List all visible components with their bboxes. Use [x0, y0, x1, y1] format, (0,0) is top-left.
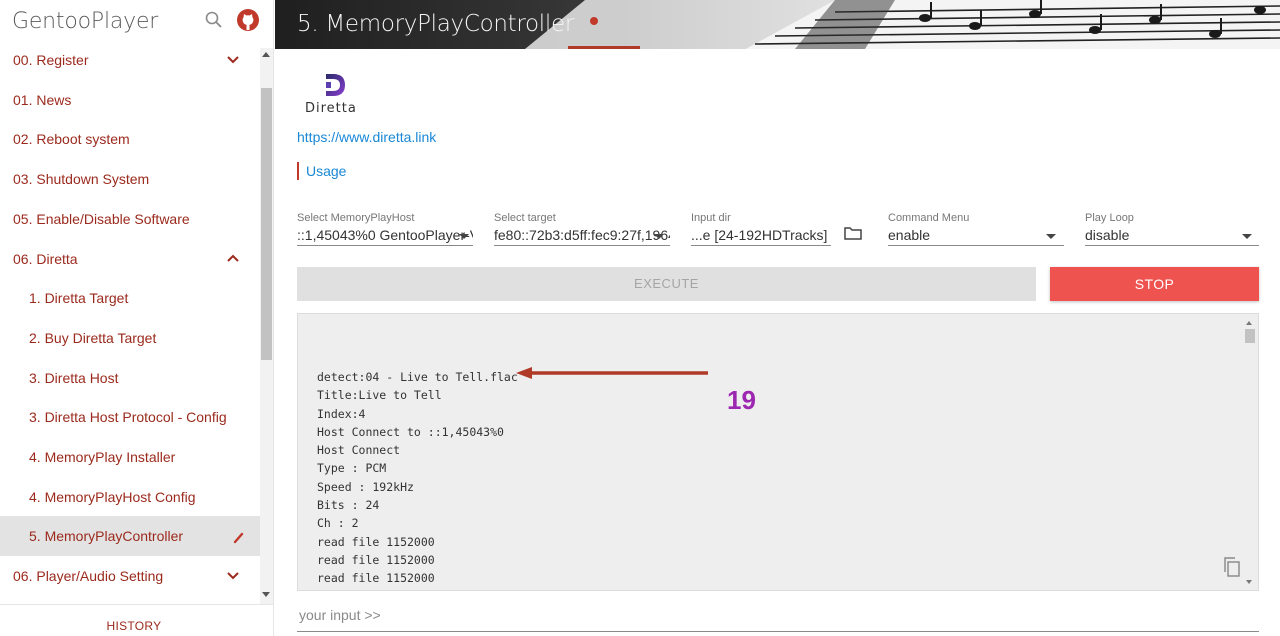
field-label: Select target [494, 212, 556, 224]
dropdown-caret-icon [1046, 234, 1056, 239]
sidebar-item-label: 02. Reboot system [13, 131, 130, 148]
sidebar-item[interactable]: 02. Reboot system [0, 119, 260, 159]
sidebar-item-label: 03. Shutdown System [13, 171, 150, 188]
folder-icon[interactable] [844, 226, 862, 240]
console-line: Host Connect [317, 443, 401, 458]
select-memoryplayhost[interactable]: Select MemoryPlayHost ::1,45043%0 Gentoo… [297, 212, 473, 246]
search-icon[interactable] [204, 10, 224, 30]
console-line: Host Connect to ::1,45043%0 [317, 424, 504, 439]
github-icon[interactable] [236, 8, 260, 32]
tab-dot-icon [590, 17, 598, 25]
console-line: read file 1152000 [317, 534, 435, 549]
sidebar-item[interactable]: 05. Enable/Disable Software [0, 199, 260, 239]
diretta-link[interactable]: https://www.diretta.link [297, 129, 436, 145]
sidebar-item[interactable]: 2. Buy Diretta Target [0, 318, 260, 358]
console-line: Index:4 [317, 406, 366, 421]
console-line: Title:Live to Tell [317, 388, 442, 403]
sidebar-item[interactable]: 00. Register [0, 40, 260, 80]
sidebar-footer: HISTORY [0, 604, 274, 636]
scroll-up-icon[interactable] [1246, 321, 1252, 325]
app-title: GentooPlayer [12, 9, 159, 34]
dropdown-caret-icon [654, 234, 664, 239]
sidebar: GentooPlayer 00. Register 01. News 02. Reb… [0, 0, 274, 636]
annotation-arrow-icon [516, 367, 708, 379]
play-loop-select[interactable]: Play Loop disable [1085, 212, 1259, 246]
page-title: 5. MemoryPlayController [297, 11, 574, 37]
console-line: Type : PCM [317, 461, 387, 476]
field-value: ...e [24-192HDTracks] [691, 227, 828, 243]
sidebar-menu: 00. Register 01. News 02. Reboot system 03.… [0, 40, 260, 598]
logo-text: Diretta [305, 101, 357, 116]
sidebar-item[interactable]: 06. Player/Audio Setting [0, 556, 260, 596]
tab-indicator [568, 46, 640, 49]
input-dir-field[interactable]: Input dir ...e [24-192HDTracks] [691, 212, 867, 246]
field-label: Play Loop [1085, 212, 1134, 224]
annotation-number: 19 [727, 385, 756, 415]
scroll-down-icon[interactable] [1246, 580, 1252, 584]
sidebar-item[interactable]: 06. Diretta [0, 239, 260, 279]
console-line: detect:04 - Live to Tell.flac [317, 370, 518, 384]
chevron-down-icon[interactable] [226, 568, 240, 582]
field-label: Command Menu [888, 212, 970, 224]
sidebar-header: GentooPlayer [0, 0, 274, 44]
field-value: ::1,45043%0 GentooPlayer-V [297, 227, 473, 243]
history-button[interactable]: HISTORY [0, 619, 268, 633]
field-label: Input dir [691, 212, 731, 224]
sidebar-item-label: 06. Player/Audio Setting [13, 568, 164, 585]
sidebar-item[interactable]: 5. MemoryPlayController [0, 516, 260, 557]
execute-button[interactable]: EXECUTE [297, 267, 1036, 301]
copy-icon[interactable] [1222, 556, 1242, 578]
console-line: Speed : 192kHz [317, 479, 414, 494]
select-target[interactable]: Select target fe80::72b3:d5ff:fec9:27f,1… [494, 212, 670, 246]
scroll-up-icon[interactable] [262, 52, 270, 57]
console-line: read file 1152000 [317, 571, 435, 586]
usage-link[interactable]: Usage [306, 163, 346, 179]
sidebar-item-label: 06. Diretta [13, 250, 78, 267]
field-label: Select MemoryPlayHost [297, 212, 415, 224]
sidebar-item[interactable]: 03. Shutdown System [0, 159, 260, 199]
console-line: read file 1152000 [317, 552, 435, 567]
console-scroll-thumb[interactable] [1245, 329, 1255, 343]
sidebar-item-label: 5. MemoryPlayController [29, 528, 184, 545]
sidebar-item-label: 3. Diretta Host Protocol - Config [29, 409, 227, 426]
console-line: Bits : 24 [317, 498, 380, 513]
chevron-down-icon[interactable] [226, 52, 240, 66]
dropdown-caret-icon [1242, 234, 1252, 239]
dropdown-caret-icon [459, 234, 469, 239]
console-output: detect:04 - Live to Tell.flac Title:Live … [297, 313, 1259, 591]
stop-button[interactable]: STOP [1050, 267, 1259, 301]
field-value: disable [1085, 227, 1130, 243]
usage-accent-bar [297, 162, 299, 180]
sidebar-item[interactable]: 4. MemoryPlay Installer [0, 437, 260, 477]
sidebar-item-label: 4. MemoryPlay Installer [29, 449, 176, 465]
sidebar-item-label: 2. Buy Diretta Target [29, 329, 157, 346]
sidebar-item[interactable]: 01. News [0, 80, 260, 120]
sidebar-item-label: 3. Diretta Host [29, 369, 119, 386]
field-value: enable [888, 227, 931, 243]
sidebar-scroll-thumb[interactable] [261, 88, 272, 360]
input-placeholder: your input >> [299, 607, 381, 623]
sidebar-item[interactable]: 4. MemoryPlayHost Config [0, 477, 260, 517]
field-value: fe80::72b3:d5ff:fec9:27f,1964 [494, 227, 670, 243]
sidebar-item[interactable]: 3. Diretta Host Protocol - Config [0, 397, 260, 437]
sidebar-item-label: 00. Register [13, 52, 89, 68]
sidebar-item-label: 4. MemoryPlayHost Config [29, 488, 196, 505]
sidebar-item-label: 01. News [13, 91, 72, 108]
pencil-icon [233, 533, 244, 544]
command-menu-select[interactable]: Command Menu enable [888, 212, 1064, 246]
sidebar-item-label: 05. Enable/Disable Software [13, 210, 190, 227]
command-input[interactable]: your input >> [297, 604, 1259, 632]
sidebar-item-label: 1. Diretta Target [29, 290, 129, 307]
console-scrollbar[interactable] [1243, 318, 1257, 586]
chevron-up-icon[interactable] [226, 251, 240, 265]
scroll-down-icon[interactable] [262, 592, 270, 597]
sidebar-item[interactable]: 1. Diretta Target [0, 278, 260, 318]
console-lines: detect:04 - Live to Tell.flac Title:Live … [317, 368, 518, 588]
sidebar-item[interactable]: 3. Diretta Host [0, 358, 260, 398]
console-line: Ch : 2 [317, 516, 359, 531]
